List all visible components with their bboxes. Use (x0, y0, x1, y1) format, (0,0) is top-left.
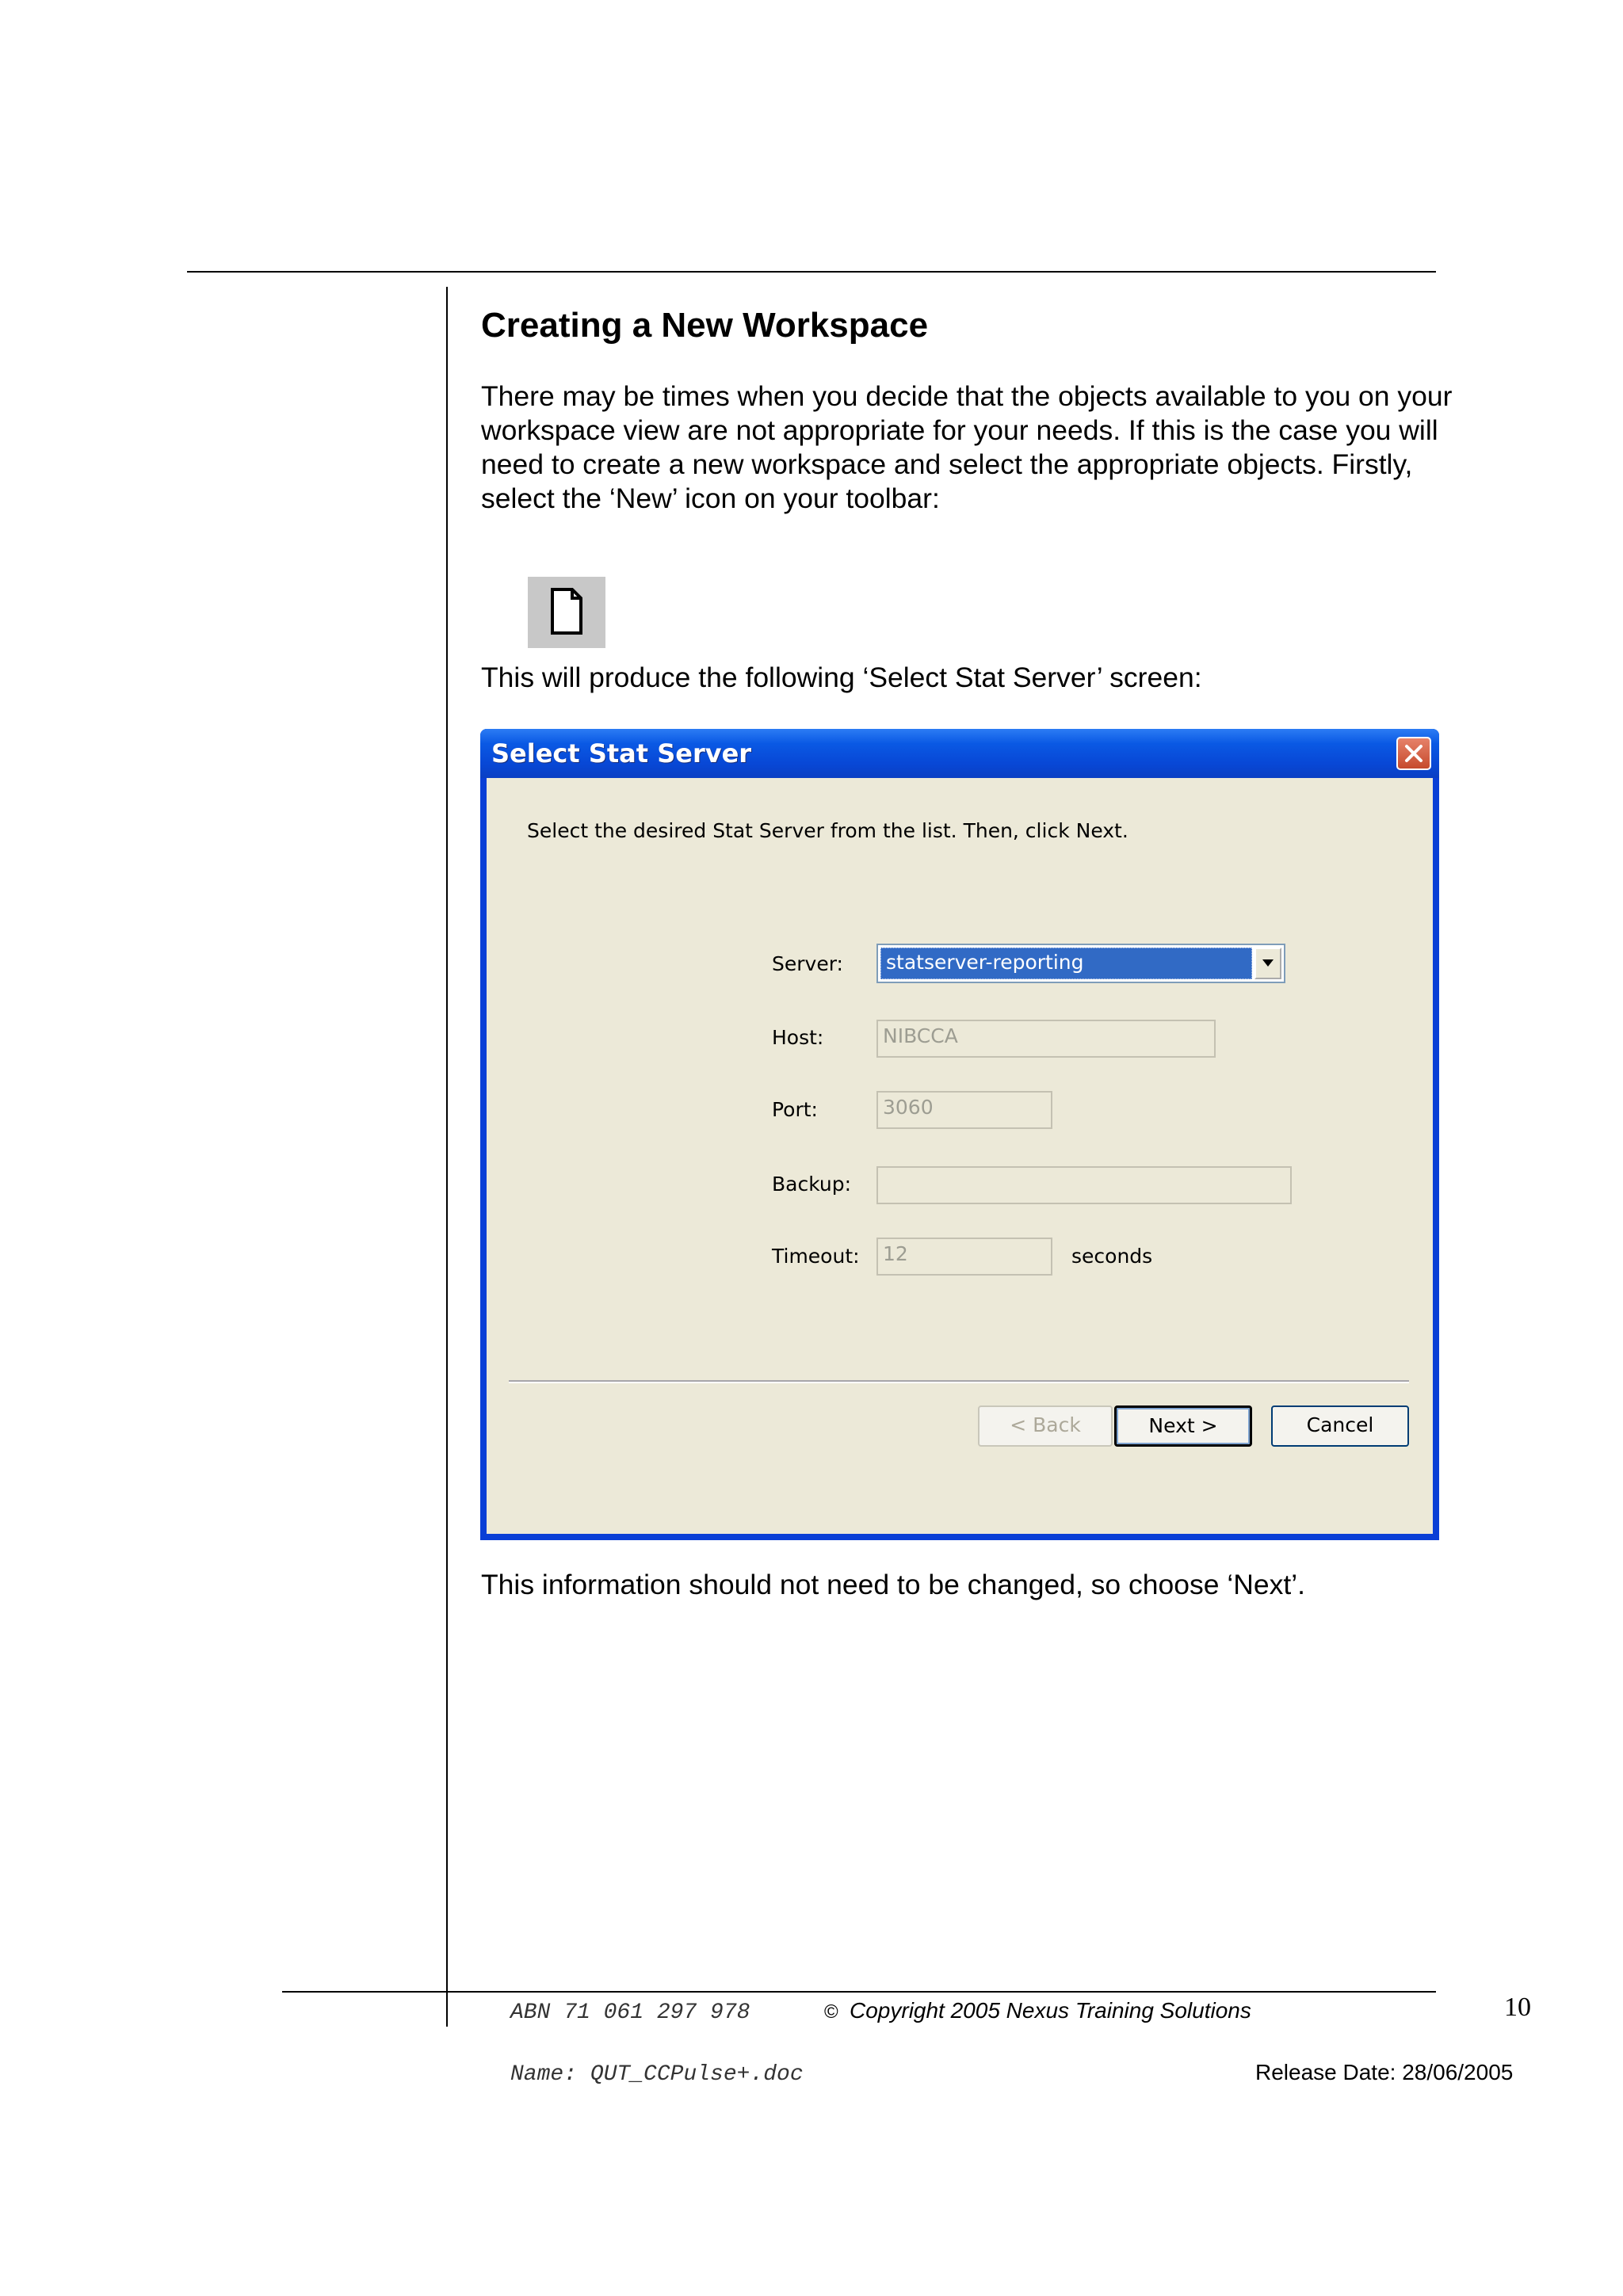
server-dropdown[interactable]: statserver-reporting (876, 944, 1285, 983)
close-icon (1405, 745, 1423, 762)
page-number: 10 (1504, 1993, 1531, 2022)
next-button[interactable]: Next > (1114, 1405, 1252, 1447)
select-stat-server-dialog: Select Stat Server Select the desired St… (480, 729, 1439, 1540)
backup-field (876, 1166, 1292, 1204)
back-button[interactable]: < Back (978, 1405, 1113, 1447)
dialog-separator (509, 1380, 1409, 1383)
footer-rule (282, 1991, 1436, 1993)
footer-copyright: Copyright 2005 Nexus Training Solutions (850, 1998, 1251, 2023)
timeout-label: Timeout: (772, 1245, 860, 1268)
closing-paragraph: This information should not need to be c… (481, 1569, 1306, 1600)
server-selected-value: statserver-reporting (880, 948, 1252, 979)
close-button[interactable] (1396, 737, 1431, 770)
release-date: Release Date: 28/06/2005 (1255, 2060, 1514, 2084)
dialog-client-area: Select the desired Stat Server from the … (487, 778, 1433, 1534)
margin-rule (446, 287, 448, 2027)
intro-paragraph: There may be times when you decide that … (481, 380, 1453, 514)
cancel-button[interactable]: Cancel (1271, 1405, 1409, 1447)
lead-in-text: This will produce the following ‘Select … (481, 662, 1202, 693)
host-label: Host: (772, 1026, 824, 1049)
port-label: Port: (772, 1098, 818, 1121)
dialog-title: Select Stat Server (491, 738, 752, 769)
server-label: Server: (772, 952, 843, 975)
backup-label: Backup: (772, 1173, 852, 1196)
page-title: Creating a New Workspace (481, 306, 929, 345)
timeout-unit: seconds (1071, 1245, 1153, 1268)
host-field: NIBCCA (876, 1020, 1216, 1058)
document-name: Name: QUT_CCPulse+.doc (510, 2062, 804, 2087)
dialog-titlebar[interactable]: Select Stat Server (480, 729, 1439, 778)
port-field: 3060 (876, 1091, 1052, 1129)
chevron-down-icon (1262, 959, 1274, 967)
header-rule (187, 271, 1436, 273)
dialog-instruction: Select the desired Stat Server from the … (527, 819, 1128, 842)
copyright-symbol: © (824, 2001, 838, 2023)
timeout-field: 12 (876, 1238, 1052, 1276)
footer-abn: ABN 71 061 297 978 (510, 2000, 750, 2025)
new-document-icon (528, 577, 605, 648)
dropdown-button[interactable] (1254, 948, 1281, 979)
